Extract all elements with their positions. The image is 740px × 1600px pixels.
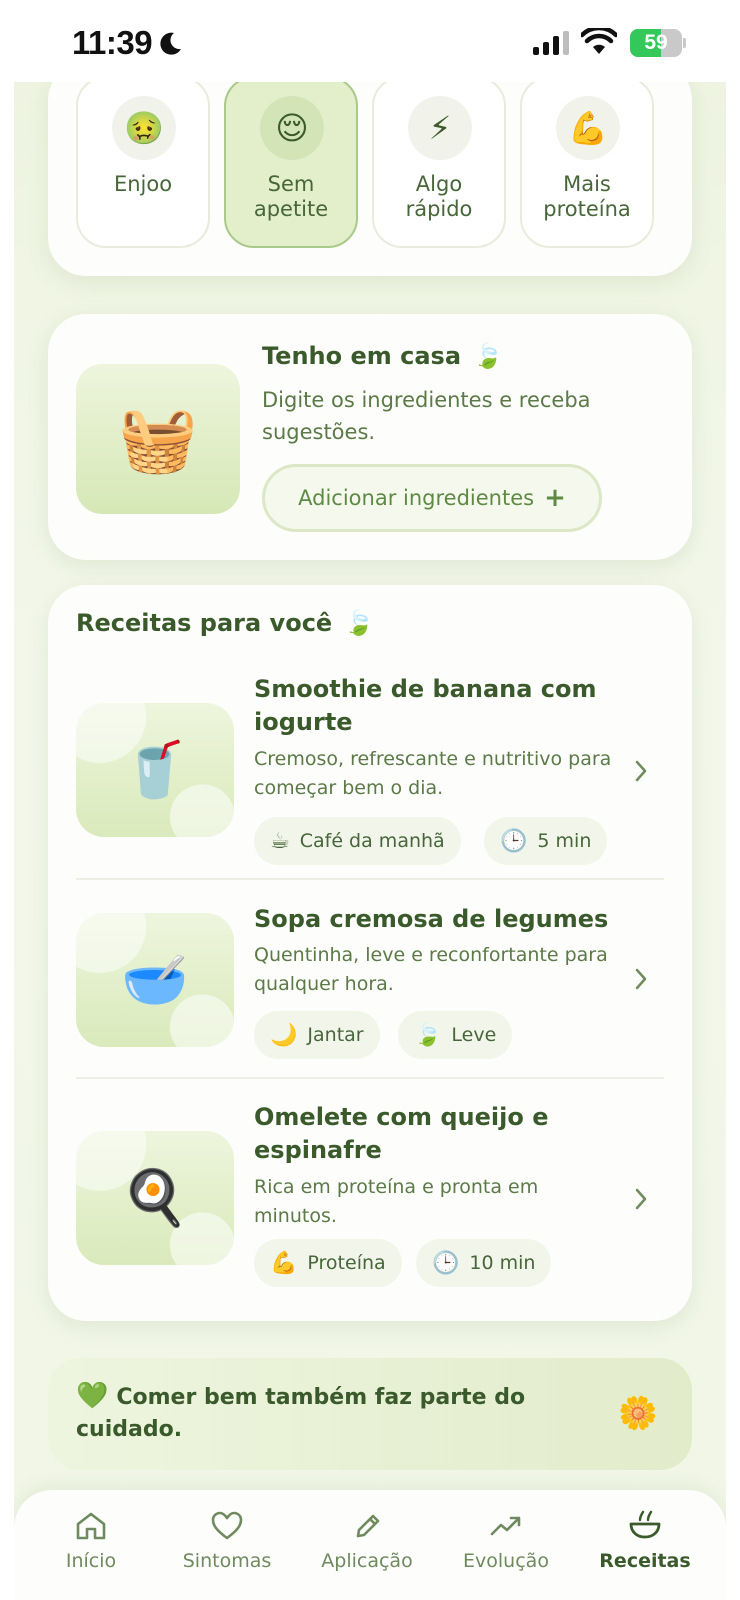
motivation-text: 💚 Comer bem também faz parte do cuidado. [76, 1380, 596, 1446]
home-icon [76, 1512, 106, 1540]
basket-icon: 🧺 [76, 364, 240, 514]
motivation-banner: 💚 Comer bem também faz parte do cuidado. … [48, 1358, 692, 1470]
moon-icon [160, 32, 181, 55]
bottom-navigation: Início Sintomas Aplicação Evolução Recei… [14, 1490, 726, 1600]
add-ingredients-button[interactable]: Adicionar ingredientes + [262, 464, 602, 532]
trend-up-icon [490, 1516, 521, 1536]
flexed-biceps-icon: 💪 [556, 96, 620, 160]
lightning-icon: ⚡ [408, 96, 472, 160]
signal-icon [533, 31, 569, 55]
frying-pan-icon: 🍳 [76, 1131, 234, 1265]
nav-label: Sintomas [182, 1550, 272, 1572]
motivation-text-content: Comer bem também faz parte do cuidado. [76, 1385, 526, 1442]
tenho-em-casa-card: 🧺 Tenho em casa 🍃 Digite os ingredientes … [48, 314, 692, 560]
nav-label: Aplicação [321, 1550, 413, 1572]
add-ingredients-label: Adicionar ingredientes [298, 486, 535, 510]
mood-tile-algo-rapido[interactable]: ⚡ Algo rápido [372, 82, 506, 248]
recipe-description: Rica em proteína e pronta em minutos. [254, 1176, 539, 1227]
flexed-biceps-icon: 💪 [270, 1250, 298, 1276]
recipes-title-text: Receitas para você [76, 609, 333, 637]
nav-item-aplicacao[interactable]: Aplicação [302, 1510, 432, 1572]
recipe-tag: 💪 Proteína [254, 1239, 402, 1287]
divider [76, 1077, 664, 1079]
leaf-icon: 🍃 [473, 342, 503, 370]
leaf-icon: 🍃 [414, 1022, 442, 1048]
nav-label: Receitas [599, 1550, 691, 1572]
mood-tile-enjoo[interactable]: 🤢 Enjoo [76, 82, 210, 248]
pencil-icon [356, 1514, 380, 1538]
home-card-description: Digite os ingredientes e receba sugestõe… [262, 388, 591, 444]
status-bar: 11:39 59 [0, 0, 740, 82]
soup-bowl-icon: 🥣 [76, 913, 234, 1047]
chevron-right-icon [635, 760, 647, 782]
wifi-icon [581, 28, 617, 54]
nav-item-evolucao[interactable]: Evolução [441, 1510, 571, 1572]
tag-label: Leve [451, 1024, 497, 1046]
nav-label: Evolução [463, 1550, 549, 1572]
nav-item-receitas[interactable]: Receitas [580, 1510, 710, 1572]
smoothie-cup-icon: 🥤 [76, 703, 234, 837]
recipes-screen: 🤢 Enjoo 😌 Sem apetite ⚡ Algo rápido 💪 Ma… [14, 82, 726, 1600]
recipe-name: Smoothie de banana com iogurte [254, 675, 597, 736]
recipe-description: Cremoso, refrescante e nutritivo para co… [254, 748, 612, 799]
battery-icon: 59 [630, 29, 686, 57]
mood-tile-mais-proteina[interactable]: 💪 Mais proteína [520, 82, 654, 248]
home-card-title: Tenho em casa 🍃 [262, 342, 503, 370]
nauseated-face-icon: 🤢 [112, 96, 176, 160]
recipe-item-omelete[interactable]: 🍳 Omelete com queijo e espinafre Rica em… [76, 1101, 666, 1291]
flower-icon: 🌼 [618, 1394, 658, 1432]
mood-label: Mais proteína [543, 172, 631, 221]
clock-icon: 🕒 [500, 828, 528, 854]
mood-tile-sem-apetite[interactable]: 😌 Sem apetite [224, 82, 358, 248]
green-heart-icon: 💚 [76, 1381, 109, 1411]
divider [76, 878, 664, 880]
nav-item-sintomas[interactable]: Sintomas [162, 1510, 292, 1572]
mood-label: Sem apetite [253, 172, 329, 221]
mood-label: Algo rápido [405, 172, 473, 221]
chevron-right-icon [635, 968, 647, 990]
home-card-title-text: Tenho em casa [262, 342, 462, 370]
recipes-card: Receitas para você 🍃 🥤 Smoothie de banana… [48, 585, 692, 1321]
recipe-name: Sopa cremosa de legumes [254, 905, 609, 933]
battery-percent: 59 [644, 31, 668, 54]
recipes-title: Receitas para você 🍃 [76, 609, 374, 637]
moon-icon: 🌙 [270, 1022, 298, 1048]
relieved-face-icon: 😌 [260, 96, 324, 160]
chevron-right-icon [635, 1188, 647, 1210]
bowl-icon [629, 1510, 661, 1539]
recipe-item-sopa[interactable]: 🥣 Sopa cremosa de legumes Quentinha, lev… [76, 903, 666, 1063]
recipe-tag: 🕒 5 min [484, 817, 608, 865]
recipe-tag: 🍃 Leve [398, 1011, 513, 1059]
nav-label: Início [65, 1550, 117, 1572]
tag-label: Jantar [307, 1024, 364, 1046]
tag-label: 10 min [469, 1252, 536, 1274]
recipe-tag: ☕ Café da manhã [254, 817, 461, 865]
heart-icon [211, 1511, 243, 1540]
tag-label: 5 min [537, 830, 592, 852]
recipe-item-smoothie[interactable]: 🥤 Smoothie de banana com iogurte Cremoso… [76, 673, 666, 865]
clock-icon: 🕒 [432, 1250, 460, 1276]
plus-icon: + [544, 483, 566, 513]
recipe-tag: 🌙 Jantar [254, 1011, 380, 1059]
tag-label: Proteína [307, 1252, 386, 1274]
recipe-description: Quentinha, leve e reconfortante para qua… [254, 944, 608, 995]
recipe-tag: 🕒 10 min [416, 1239, 552, 1287]
nav-item-inicio[interactable]: Início [26, 1510, 156, 1572]
mood-label: Enjoo [113, 172, 173, 196]
tag-label: Café da manhã [299, 830, 445, 852]
leaf-icon: 🍃 [344, 609, 375, 637]
recipe-name: Omelete com queijo e espinafre [254, 1103, 549, 1164]
coffee-icon: ☕ [270, 828, 290, 854]
status-time: 11:39 [72, 24, 153, 61]
mood-selector-card: 🤢 Enjoo 😌 Sem apetite ⚡ Algo rápido 💪 Ma… [48, 82, 692, 276]
